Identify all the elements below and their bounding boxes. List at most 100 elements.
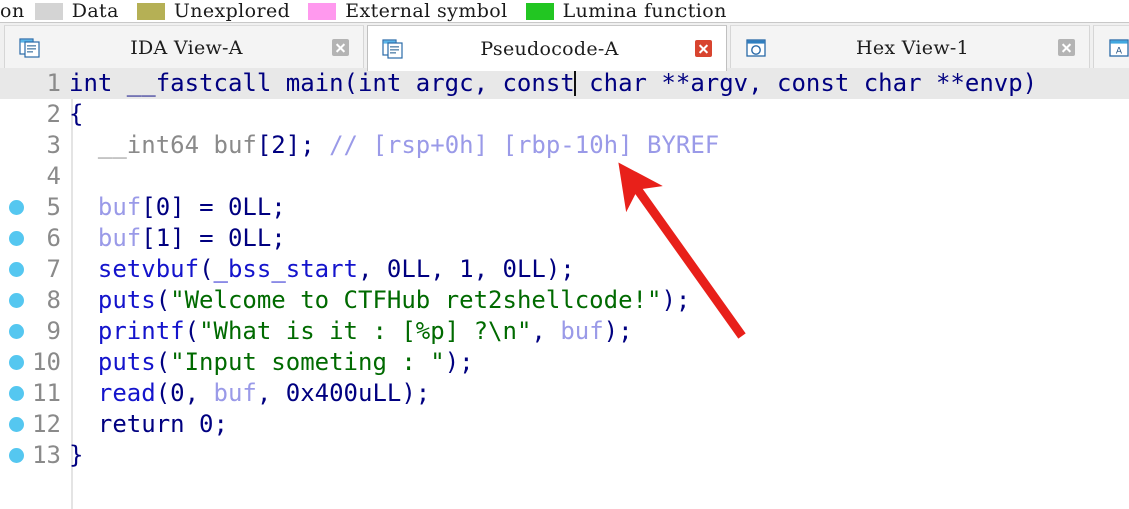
tab-close-icon[interactable] bbox=[695, 40, 712, 57]
code-token: [1] = 0LL; bbox=[141, 224, 286, 252]
line-number: 3 bbox=[46, 131, 61, 159]
legend-label: Data bbox=[71, 0, 119, 22]
code-token: return 0; bbox=[69, 410, 228, 438]
code-token: puts bbox=[97, 348, 156, 376]
code-token: ( bbox=[155, 286, 171, 314]
code-token: read bbox=[97, 379, 156, 407]
code-line[interactable]: 4 bbox=[0, 161, 1129, 192]
breakpoint-dot-icon[interactable] bbox=[9, 417, 24, 432]
code-token: buf bbox=[213, 379, 257, 407]
tab-close-icon[interactable] bbox=[332, 39, 349, 56]
code-token: setvbuf bbox=[97, 255, 200, 283]
legend-item: Unexplored bbox=[136, 0, 291, 22]
code-token: _bss_start bbox=[213, 255, 359, 283]
tab-structures-partial[interactable]: A bbox=[1093, 25, 1129, 69]
code-text: puts("Welcome to CTFHub ret2shellcode!")… bbox=[66, 285, 1129, 316]
code-token: } bbox=[69, 441, 84, 469]
tab-label: Pseudocode-A bbox=[480, 37, 619, 60]
legend-swatch-lumina-function bbox=[525, 2, 554, 20]
code-token: buf bbox=[97, 224, 142, 252]
code-token: ( bbox=[199, 255, 214, 283]
code-line[interactable]: 2{ bbox=[0, 99, 1129, 130]
breakpoint-dot-icon[interactable] bbox=[9, 231, 24, 246]
code-line[interactable]: 9 printf("What is it : [%p] ?\n", buf); bbox=[0, 316, 1129, 347]
code-line[interactable]: 8 puts("Welcome to CTFHub ret2shellcode!… bbox=[0, 285, 1129, 316]
breakpoint-dot-icon[interactable] bbox=[9, 200, 24, 215]
code-token: "What is it : [%p] ?\n" bbox=[199, 317, 532, 345]
tab-label: Hex View-1 bbox=[855, 36, 970, 59]
legend-item: Lumina function bbox=[525, 0, 727, 22]
code-text: return 0; bbox=[66, 409, 1129, 440]
code-token: , 0x400uLL); bbox=[256, 379, 431, 407]
legend-label: Lumina function bbox=[562, 0, 727, 22]
svg-text:A: A bbox=[1116, 46, 1123, 56]
code-text: { bbox=[66, 99, 1129, 130]
color-legend-bar: on Data Unexplored External symbol Lumin… bbox=[0, 0, 1129, 22]
code-line[interactable]: 5 buf[0] = 0LL; bbox=[0, 192, 1129, 223]
tab-pseudocode-a[interactable]: Pseudocode-A bbox=[367, 25, 727, 71]
code-token: buf bbox=[97, 193, 142, 221]
code-line[interactable]: 3 __int64 buf[2]; // [rsp+0h] [rbp-10h] … bbox=[0, 130, 1129, 161]
breakpoint-dot-icon[interactable] bbox=[9, 448, 24, 463]
breakpoint-dot-icon[interactable] bbox=[9, 262, 24, 277]
code-token: buf bbox=[560, 317, 604, 345]
legend-label: Unexplored bbox=[173, 0, 291, 22]
document-pages-icon bbox=[19, 37, 41, 59]
legend-label: External symbol bbox=[345, 0, 508, 22]
code-line[interactable]: 6 buf[1] = 0LL; bbox=[0, 223, 1129, 254]
code-text: setvbuf(_bss_start, 0LL, 1, 0LL); bbox=[66, 254, 1129, 285]
tab-close-icon[interactable] bbox=[1058, 39, 1075, 56]
line-number: 1 bbox=[46, 69, 61, 97]
code-token: buf bbox=[213, 131, 257, 159]
line-number: 4 bbox=[46, 162, 61, 190]
code-token: [2]; bbox=[256, 131, 330, 159]
legend-item: External symbol bbox=[308, 0, 507, 22]
code-token: printf bbox=[97, 317, 185, 345]
code-text: int __fastcall main(int argc, const char… bbox=[66, 68, 1129, 99]
breakpoint-dot-icon[interactable] bbox=[9, 293, 24, 308]
tab-hex-view-1[interactable]: Hex View-1 bbox=[730, 25, 1090, 69]
code-token: ); bbox=[444, 348, 474, 376]
code-text: printf("What is it : [%p] ?\n", buf); bbox=[66, 316, 1129, 347]
code-token: char **argv, const char **envp) bbox=[574, 69, 1038, 97]
code-token: , 0LL, 1, 0LL); bbox=[358, 255, 575, 283]
code-line[interactable]: 12 return 0; bbox=[0, 409, 1129, 440]
code-token: ); bbox=[603, 317, 633, 345]
tab-ida-view-a[interactable]: IDA View-A bbox=[4, 25, 364, 69]
code-token: __int64 bbox=[69, 131, 214, 159]
legend-swatch-data bbox=[34, 2, 63, 20]
legend-swatch-external-symbol bbox=[308, 2, 337, 20]
code-line[interactable]: 1 int __fastcall main(int argc, const cha… bbox=[0, 68, 1129, 99]
code-text: read(0, buf, 0x400uLL); bbox=[66, 378, 1129, 409]
pseudocode-editor-pane[interactable]: 1 int __fastcall main(int argc, const cha… bbox=[0, 68, 1129, 509]
code-text: } bbox=[66, 440, 1129, 471]
code-line-list[interactable]: 1 int __fastcall main(int argc, const cha… bbox=[0, 68, 1129, 471]
code-token: ); bbox=[661, 286, 691, 314]
code-token: (0, bbox=[155, 379, 214, 407]
tab-label: IDA View-A bbox=[130, 36, 243, 59]
code-line[interactable]: 7 setvbuf(_bss_start, 0LL, 1, 0LL); bbox=[0, 254, 1129, 285]
code-line[interactable]: 11 read(0, buf, 0x400uLL); bbox=[0, 378, 1129, 409]
code-text: puts("Input someting : "); bbox=[66, 347, 1129, 378]
code-text: __int64 buf[2]; // [rsp+0h] [rbp-10h] BY… bbox=[66, 130, 1129, 161]
code-line[interactable]: 10 puts("Input someting : "); bbox=[0, 347, 1129, 378]
code-text: buf[0] = 0LL; bbox=[66, 192, 1129, 223]
line-number: 2 bbox=[46, 100, 61, 128]
code-token: [0] = 0LL; bbox=[141, 193, 286, 221]
breakpoint-dot-icon[interactable] bbox=[9, 324, 24, 339]
breakpoint-dot-icon[interactable] bbox=[9, 386, 24, 401]
code-line[interactable]: 13} bbox=[0, 440, 1129, 471]
code-token: ( bbox=[155, 348, 171, 376]
code-token: ( bbox=[184, 317, 200, 345]
code-token: { bbox=[69, 100, 84, 128]
breakpoint-dot-icon[interactable] bbox=[9, 355, 24, 370]
legend-item: Data bbox=[34, 0, 119, 22]
hex-window-icon bbox=[745, 37, 767, 59]
